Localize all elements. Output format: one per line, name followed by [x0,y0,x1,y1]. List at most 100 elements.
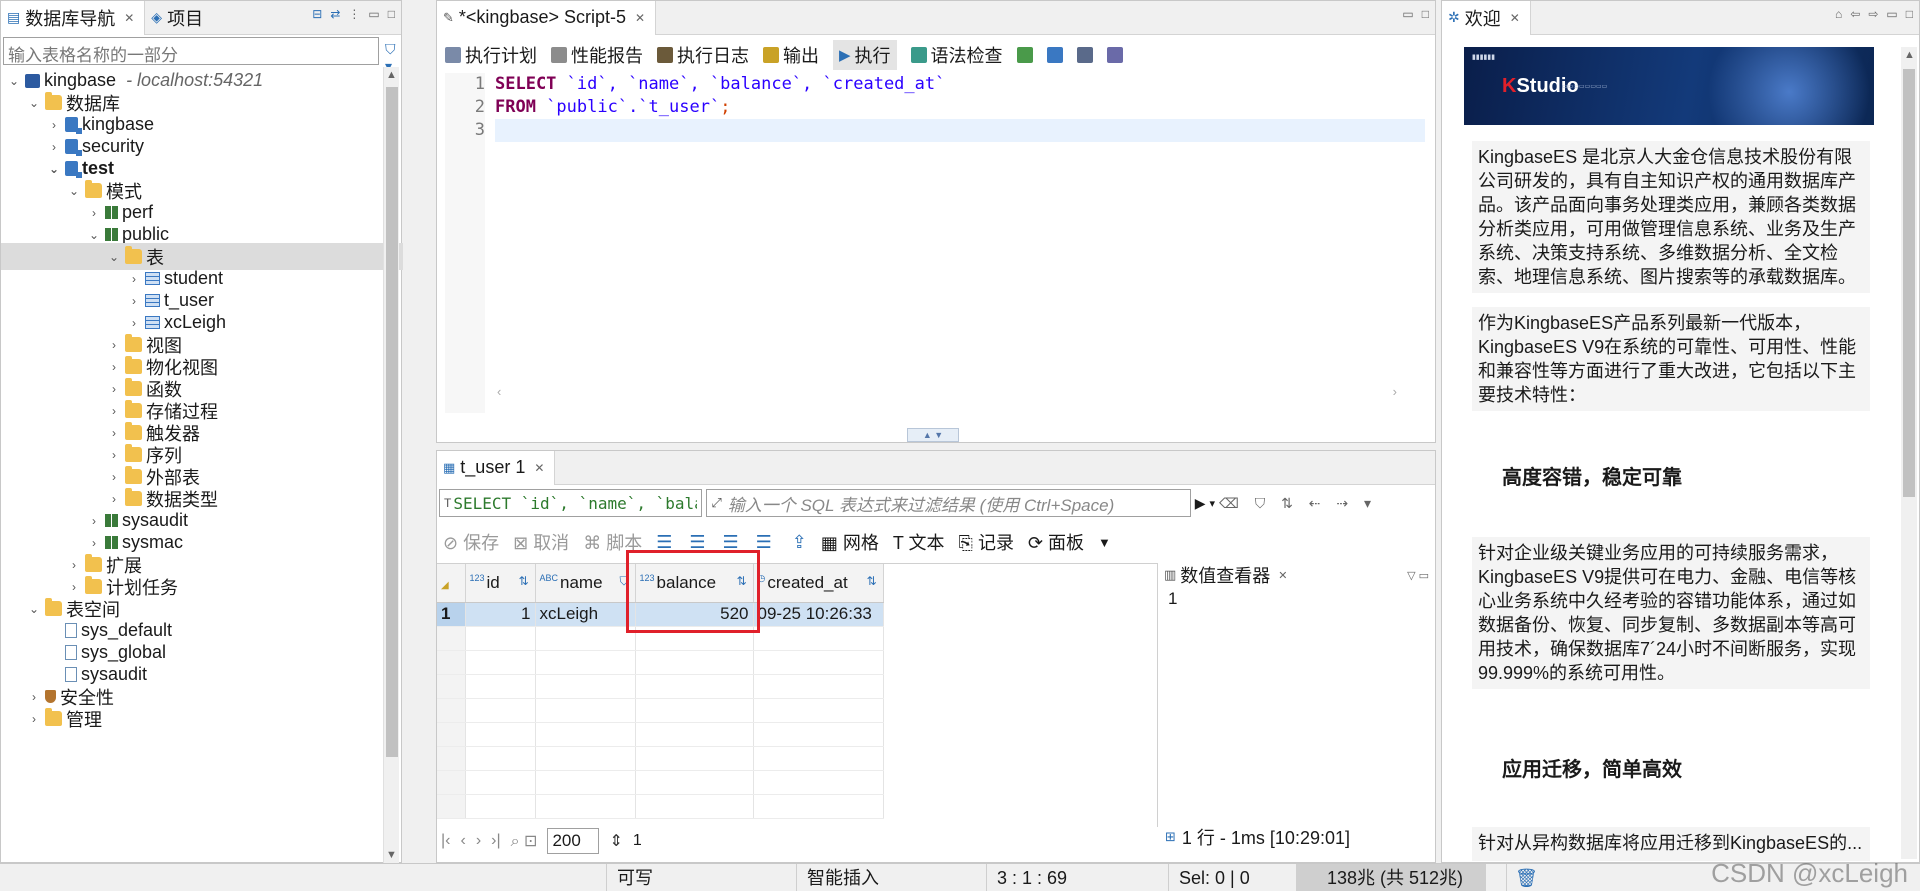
save-button[interactable]: ⊘ 保存 [443,529,499,555]
filter-toolbar-icons[interactable]: ⌫ ⛉ ⇅ ⇠ ⇢ ▾ [1219,495,1377,512]
refresh-icon[interactable]: ⇕ [609,831,622,851]
expand-chevron-icon[interactable]: › [105,382,123,396]
expand-chevron-icon[interactable]: › [65,580,83,594]
export-icon[interactable] [1016,47,1033,63]
execution-log-button[interactable]: 执行日志 [657,42,749,68]
format-icon[interactable] [1046,47,1063,63]
page-size-input[interactable]: 200 [547,828,600,854]
filter-history-icon[interactable]: ▾ [1210,497,1216,510]
expand-chevron-icon[interactable]: › [25,690,43,704]
garbage-collect-icon[interactable]: 🗑 [1506,864,1538,891]
grid-button[interactable]: ▦ 网格 [821,529,879,555]
expand-chevron-icon[interactable]: › [105,448,123,462]
panel-dropdown-icon[interactable]: ▼ [1098,535,1111,550]
sort-icon[interactable]: ⇅ [866,574,876,588]
close-icon[interactable]: ✕ [635,11,645,25]
scroll-up-icon[interactable]: ▲ [386,69,397,81]
forward-icon[interactable]: ⇨ [1868,7,1878,21]
first-page-icon[interactable]: |‹ [441,832,450,850]
sort-icon[interactable]: ⇅ [736,574,746,588]
next-page-icon[interactable]: › [476,832,481,850]
view-menu-icon[interactable]: ⋮ [348,7,360,21]
sort-icon[interactable]: ⇅ [518,574,528,588]
scroll-right-icon[interactable]: › [1393,384,1397,399]
column-header-balance[interactable]: 123 balance ⇅ [635,564,754,603]
tab-project[interactable]: ◈ 项目 [145,1,213,35]
expand-chevron-icon[interactable]: › [105,492,123,506]
collapse-chevron-icon[interactable]: ⌄ [65,184,83,198]
syntax-check-button[interactable]: 语法检查 [910,42,1003,68]
cell-balance[interactable]: 520 [635,602,754,627]
row-edit-icons[interactable]: ☰ ☰ ☰ ☰ [656,532,778,553]
collapse-chevron-icon[interactable]: ⌄ [45,162,63,176]
expand-chevron-icon[interactable]: › [105,404,123,418]
back-icon[interactable]: ⇦ [1850,7,1860,21]
scroll-down-icon[interactable]: ▼ [386,849,397,861]
sql-code-editor[interactable]: 1 2 3 SELECT `id`, `name`, `balance`, `c… [445,73,1425,413]
column-header-name[interactable]: ABC name ⛉ [535,564,636,603]
record-button[interactable]: ⎘ 记录 [959,529,1014,555]
expand-chevron-icon[interactable]: › [125,272,143,286]
minimize-icon[interactable]: ▭ [1886,7,1897,21]
expand-chevron-icon[interactable]: › [105,360,123,374]
expand-chevron-icon[interactable]: › [105,338,123,352]
close-icon[interactable]: ✕ [1278,569,1287,582]
maximize-icon[interactable]: □ [1906,7,1913,21]
value-viewer-value[interactable]: 1 [1158,587,1435,611]
navigator-scrollbar[interactable]: ▲ ▼ [383,67,399,863]
scroll-left-icon[interactable]: ‹ [497,384,501,399]
welcome-scrollbar[interactable]: ▲ [1901,47,1917,859]
output-button[interactable]: 输出 [763,42,819,68]
panel-button[interactable]: ⟳ 面板 [1028,529,1084,555]
result-filter-input[interactable]: ⤢ 输入一个 SQL 表达式来过滤结果 (使用 Ctrl+Space) [706,489,1191,517]
status-heap-usage[interactable]: 138兆 (共 512兆) [1296,864,1486,891]
expand-chevron-icon[interactable]: › [45,118,63,132]
collapse-chevron-icon[interactable]: ⌄ [105,250,123,264]
close-icon[interactable]: ✕ [1510,11,1520,25]
scrollbar-thumb[interactable] [386,87,398,757]
scroll-up-icon[interactable]: ▲ [1904,49,1915,61]
apply-filter-icon[interactable]: ▶ [1195,495,1206,512]
collapse-chevron-icon[interactable]: ⌄ [25,96,43,110]
row-number-header[interactable]: ◢ [437,564,466,603]
collapse-chevron-icon[interactable]: ⌄ [25,602,43,616]
expand-chevron-icon[interactable]: › [125,316,143,330]
expand-chevron-icon[interactable]: › [45,140,63,154]
text-button[interactable]: T 文本 [893,529,945,555]
editor-results-splitter[interactable]: ▲ ▼ [907,428,959,442]
prev-page-icon[interactable]: ‹ [460,832,465,850]
expand-chevron-icon[interactable]: › [125,294,143,308]
collapse-chevron-icon[interactable]: ⌄ [85,228,103,242]
cell-name[interactable]: xcLeigh [535,602,636,627]
cancel-button[interactable]: ⊠ 取消 [513,529,569,555]
expand-chevron-icon[interactable]: › [85,536,103,550]
expand-chevron-icon[interactable]: › [85,514,103,528]
tree-node[interactable]: › 管理 [25,705,102,732]
execution-plan-button[interactable]: 执行计划 [445,42,537,68]
column-header-created-at[interactable]: ◷ created_at ⇅ [753,564,884,603]
home-icon[interactable]: ⌂ [1835,7,1842,21]
expand-chevron-icon[interactable]: › [105,426,123,440]
link-editor-icon[interactable]: ⇄ [330,7,340,21]
sort-icon[interactable]: ⛉ [619,574,628,589]
collapse-all-icon[interactable]: ⊟ [312,7,322,21]
expand-chevron-icon[interactable]: › [25,712,43,726]
cell-created-at[interactable]: 09-25 10:26:33 [753,602,884,627]
table-row[interactable]: 1 1 xcLeigh 520 09-25 10:26:33 [437,602,884,627]
tab-database-navigator[interactable]: ▤ 数据库导航 ✕ [1,0,146,35]
expand-chevron-icon[interactable]: › [85,206,103,220]
editor-horizontal-scrollbar[interactable]: ‹ › [497,384,1397,400]
collapse-chevron-icon[interactable]: ⌄ [5,74,23,88]
minimize-icon[interactable]: ▭ [1402,7,1413,21]
view-menu-icon[interactable]: ▽ ▭ [1407,569,1429,582]
tab-script-5[interactable]: ✎ *<kingbase> Script-5 ✕ [437,0,657,35]
expand-chevron-icon[interactable]: › [65,558,83,572]
fetch-options-icon[interactable]: ⌕ ⊡ [511,831,538,851]
maximize-icon[interactable]: □ [388,7,395,21]
script-button[interactable]: ⌘ 脚本 [583,529,642,555]
export-icon[interactable]: ⇪ [792,532,807,553]
last-page-icon[interactable]: ›| [491,832,500,850]
expand-chevron-icon[interactable]: › [105,470,123,484]
layout-icon[interactable] [1076,47,1093,63]
table-filter-input[interactable]: 输入表格名称的一部分 [3,37,379,65]
